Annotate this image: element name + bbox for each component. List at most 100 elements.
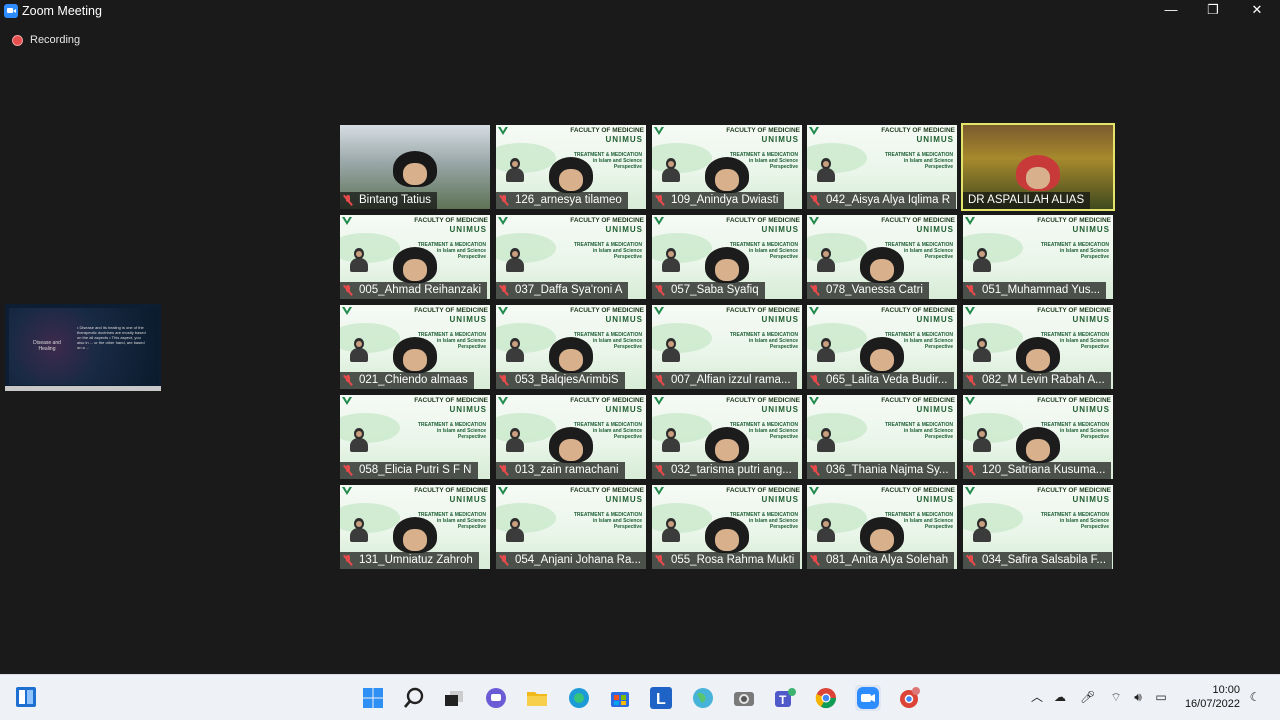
participant-name: DR ASPALILAH ALIAS [968,194,1085,206]
chrome-icon[interactable] [814,686,838,710]
globe-app-icon[interactable] [691,686,715,710]
participant-tile[interactable]: FACULTY OF MEDICINE UNIMUS TREATMENT & MED… [340,215,490,299]
participant-tile[interactable]: FACULTY OF MEDICINE UNIMUS TREATMENT & MED… [340,485,490,569]
unimus-logo-icon [654,217,664,225]
unimus-logo-icon [809,127,819,135]
speaker-photo [505,518,525,542]
participant-tile[interactable]: FACULTY OF MEDICINE UNIMUS TREATMENT & MED… [807,215,957,299]
zoom-icon[interactable] [855,685,881,711]
speaker-photo [505,158,525,182]
speaker-photo [661,428,681,452]
slide-title-line: Perspective [613,524,642,530]
participant-tile[interactable]: FACULTY OF MEDICINE UNIMUS TREATMENT & MED… [963,215,1113,299]
slide-university: UNIMUS [761,135,799,144]
slide-university: UNIMUS [916,135,954,144]
teams-icon[interactable]: T [773,686,797,710]
slide-university: UNIMUS [761,315,799,324]
minimize-button[interactable]: — [1149,0,1193,22]
unimus-logo-icon [809,217,819,225]
mic-muted-icon [500,285,508,296]
slide-title: TREATMENT & MEDICATION in Islam and Scien… [1041,512,1109,530]
file-explorer-icon[interactable] [525,686,549,710]
chrome-profile-icon[interactable] [897,686,921,710]
speaker-photo [349,428,369,452]
participant-tile[interactable]: FACULTY OF MEDICINE UNIMUS TREATMENT & MED… [652,395,802,479]
slide-faculty: FACULTY OF MEDICINE [726,397,800,404]
slide-faculty: FACULTY OF MEDICINE [414,307,488,314]
microphone-icon[interactable]: 🎤︎ [1080,690,1095,704]
chat-icon[interactable] [484,686,508,710]
search-icon[interactable] [402,686,426,710]
mic-muted-icon [500,195,508,206]
participant-tile[interactable]: FACULTY OF MEDICINE UNIMUS TREATMENT & MED… [496,395,646,479]
slide-faculty: FACULTY OF MEDICINE [1037,397,1111,404]
unimus-logo-icon [654,127,664,135]
close-button[interactable]: ✕ [1235,0,1279,22]
slide-university: UNIMUS [761,405,799,414]
participant-video [1014,155,1062,197]
store-icon[interactable] [608,686,632,710]
participant-tile[interactable]: FACULTY OF MEDICINE UNIMUS TREATMENT & MED… [652,485,802,569]
participant-name: 055_Rosa Rahma Mukti [671,554,795,566]
speaker-photo [816,518,836,542]
participant-tile[interactable]: FACULTY OF MEDICINE UNIMUS TREATMENT & MED… [963,305,1113,389]
participant-tile[interactable]: FACULTY OF MEDICINE UNIMUS TREATMENT & MED… [496,485,646,569]
participant-tile[interactable]: FACULTY OF MEDICINE UNIMUS TREATMENT & MED… [652,305,802,389]
slide-faculty: FACULTY OF MEDICINE [1037,487,1111,494]
slide-faculty: FACULTY OF MEDICINE [570,217,644,224]
slide-university: UNIMUS [916,495,954,504]
unimus-logo-icon [654,307,664,315]
task-view-icon[interactable] [442,686,466,710]
participant-tile[interactable]: FACULTY OF MEDICINE UNIMUS TREATMENT & MED… [963,395,1113,479]
participant-tile[interactable]: DR ASPALILAH ALIAS [961,123,1115,211]
participant-tile[interactable]: FACULTY OF MEDICINE UNIMUS TREATMENT & MED… [652,125,802,209]
participant-tile[interactable]: Bintang Tatius [340,125,490,209]
participant-tile[interactable]: FACULTY OF MEDICINE UNIMUS TREATMENT & MED… [652,215,802,299]
unimus-logo-icon [342,487,352,495]
slide-university: UNIMUS [605,225,643,234]
unimus-logo-icon [809,397,819,405]
participant-tile[interactable]: FACULTY OF MEDICINE UNIMUS TREATMENT & MED… [807,125,957,209]
clock-date: 16/07/2022 [1184,698,1240,710]
unimus-logo-icon [342,397,352,405]
slide-faculty: FACULTY OF MEDICINE [570,127,644,134]
wifi-icon[interactable]: ⌔ [1109,690,1123,704]
unimus-logo-icon [498,487,508,495]
battery-icon[interactable]: ▭ [1154,690,1168,704]
slide-title: TREATMENT & MEDICATION in Islam and Scien… [574,512,642,530]
participant-tile[interactable]: FACULTY OF MEDICINE UNIMUS TREATMENT & MED… [496,305,646,389]
shared-screen-thumbnail[interactable]: Disease and Healing • Disease and its he… [5,304,161,391]
participant-tile[interactable]: FACULTY OF MEDICINE UNIMUS TREATMENT & MED… [807,395,957,479]
l-app-icon[interactable]: L [649,686,673,710]
mic-muted-icon [811,465,819,476]
maximize-button[interactable]: ❐ [1191,0,1235,22]
window-title: Zoom Meeting [22,4,102,18]
shared-slide-title: Disease and Healing [33,340,61,352]
unimus-logo-icon [965,487,975,495]
volume-icon[interactable]: 🔊︎ [1131,690,1145,704]
tray-chevron-icon[interactable]: ︿ [1030,690,1044,704]
speaker-photo [972,428,992,452]
slide-faculty: FACULTY OF MEDICINE [570,487,644,494]
clock[interactable]: 10:00 16/07/2022 [1182,683,1240,711]
unimus-logo-icon [498,307,508,315]
camera-app-icon[interactable] [732,686,756,710]
participant-tile[interactable]: FACULTY OF MEDICINE UNIMUS TREATMENT & MED… [496,125,646,209]
participant-tile[interactable]: FACULTY OF MEDICINE UNIMUS TREATMENT & MED… [340,305,490,389]
participant-name-tag: 109_Anindya Dwiasti [652,192,784,209]
onedrive-icon[interactable]: ☁ [1053,690,1067,704]
participant-tile[interactable]: FACULTY OF MEDICINE UNIMUS TREATMENT & MED… [963,485,1113,569]
participant-name-tag: 037_Daffa Sya'roni A [496,282,628,299]
slide-title-line: Perspective [924,434,953,440]
slide-university: UNIMUS [605,405,643,414]
participant-tile[interactable]: FACULTY OF MEDICINE UNIMUS TREATMENT & MED… [807,305,957,389]
start-icon[interactable] [361,686,385,710]
widgets-icon[interactable] [15,686,37,708]
slide-university: UNIMUS [605,135,643,144]
edge-icon[interactable] [567,686,591,710]
participant-tile[interactable]: FACULTY OF MEDICINE UNIMUS TREATMENT & MED… [807,485,957,569]
participant-tile[interactable]: FACULTY OF MEDICINE UNIMUS TREATMENT & MED… [340,395,490,479]
participant-tile[interactable]: FACULTY OF MEDICINE UNIMUS TREATMENT & MED… [496,215,646,299]
notifications-icon[interactable]: ☾ [1248,690,1262,704]
unimus-logo-icon [498,127,508,135]
